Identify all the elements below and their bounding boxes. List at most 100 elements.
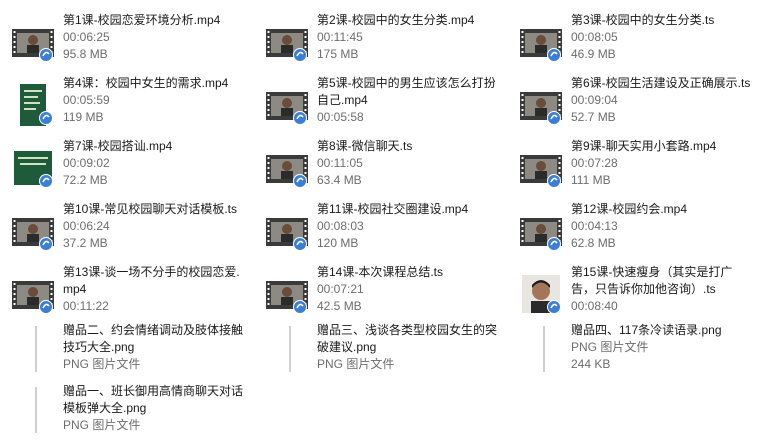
file-text-block: 第14课-本次课程总结.ts 00:07:21 42.5 MB	[317, 264, 497, 315]
png-file-icon	[34, 387, 38, 433]
file-meta-secondary: 244 KB	[571, 357, 611, 371]
file-name: 第12课-校园约会.mp4	[571, 202, 688, 216]
file-name: 赠品四、117条冷读语录.png	[571, 323, 722, 337]
file-text-block: 赠品三、浅谈各类型校园女生的突破建议.png PNG 图片文件	[317, 322, 497, 373]
video-thumbnail-icon	[264, 271, 310, 317]
file-item[interactable]: 赠品一、班长御用高情商聊天对话模板弹大全.png PNG 图片文件	[0, 383, 243, 443]
video-thumbnail-icon	[10, 19, 56, 65]
file-text-block: 第6课-校园生活建设及正确展示.ts 00:09:04 52.7 MB	[571, 75, 751, 126]
file-meta-secondary: 111 MB	[571, 173, 611, 187]
png-file-icon	[288, 326, 292, 372]
file-name: 第13课-谈一场不分手的校园恋爱.mp4	[63, 265, 240, 296]
file-name: 赠品三、浅谈各类型校园女生的突破建议.png	[317, 323, 498, 354]
file-meta-primary: 00:05:59	[63, 93, 110, 107]
file-text-block: 第3课-校园中的女生分类.ts 00:08:05 46.9 MB	[571, 12, 751, 63]
video-thumbnail-icon	[10, 82, 56, 128]
video-thumbnail-icon	[518, 19, 564, 65]
file-item[interactable]: 第9课-聊天实用小套路.mp4 00:07:28 111 MB	[508, 138, 748, 198]
file-text-block: 第13课-谈一场不分手的校园恋爱.mp4 00:11:22	[63, 264, 243, 315]
file-text-block: 第9课-聊天实用小套路.mp4 00:07:28 111 MB	[571, 138, 751, 189]
file-item[interactable]: 赠品四、117条冷读语录.png PNG 图片文件 244 KB	[508, 322, 748, 382]
file-meta-primary: 00:11:45	[317, 30, 363, 44]
file-item[interactable]: 第6课-校园生活建设及正确展示.ts 00:09:04 52.7 MB	[508, 75, 751, 135]
file-meta-primary: 00:09:02	[63, 156, 110, 170]
file-meta-primary: 00:08:05	[571, 30, 618, 44]
video-thumbnail-icon	[10, 271, 56, 317]
file-item[interactable]: 第7课-校园搭讪.mp4 00:09:02 72.2 MB	[0, 138, 240, 198]
file-meta-secondary: 72.2 MB	[63, 173, 108, 187]
file-text-block: 第8课-微信聊天.ts 00:11:05 63.4 MB	[317, 138, 497, 189]
file-meta-secondary: 63.4 MB	[317, 173, 362, 187]
file-meta-primary: 00:09:04	[571, 93, 618, 107]
file-text-block: 赠品四、117条冷读语录.png PNG 图片文件 244 KB	[571, 322, 751, 373]
file-meta-secondary: 52.7 MB	[571, 110, 616, 124]
file-grid: 第1课-校园恋爱环境分析.mp4 00:06:25 95.8 MB 第2课-校园中的…	[0, 0, 765, 445]
file-name: 第9课-聊天实用小套路.mp4	[571, 139, 717, 153]
file-meta-secondary: 119 MB	[63, 110, 104, 124]
file-item[interactable]: 第5课-校园中的男生应该怎么打扮自己.mp4 00:05:58	[254, 75, 497, 135]
file-item[interactable]: 第4课：校园中女生的需求.mp4 00:05:59 119 MB	[0, 75, 240, 135]
file-name: 第4课：校园中女生的需求.mp4	[63, 76, 229, 90]
file-item[interactable]: 第8课-微信聊天.ts 00:11:05 63.4 MB	[254, 138, 494, 198]
file-text-block: 第1课-校园恋爱环境分析.mp4 00:06:25 95.8 MB	[63, 12, 243, 63]
file-text-block: 第15课-快速瘦身（其实是打广告，只告诉你加他咨询）.ts 00:08:40	[571, 264, 751, 315]
file-item[interactable]: 第12课-校园约会.mp4 00:04:13 62.8 MB	[508, 201, 748, 261]
png-file-icon	[542, 326, 546, 372]
file-name: 赠品二、约会情绪调动及肢体接触技巧大全.png	[63, 323, 244, 354]
file-text-block: 第7课-校园搭讪.mp4 00:09:02 72.2 MB	[63, 138, 243, 189]
file-name: 第14课-本次课程总结.ts	[317, 265, 444, 279]
file-name: 第10课-常见校园聊天对话模板.ts	[63, 202, 238, 216]
file-name: 第15课-快速瘦身（其实是打广告，只告诉你加他咨询）.ts	[571, 265, 733, 296]
file-item[interactable]: 第14课-本次课程总结.ts 00:07:21 42.5 MB	[254, 264, 494, 324]
file-meta-secondary: 42.5 MB	[317, 299, 362, 313]
file-item[interactable]: 第13课-谈一场不分手的校园恋爱.mp4 00:11:22	[0, 264, 240, 324]
file-text-block: 第11课-校园社交圈建设.mp4 00:08:03 120 MB	[317, 201, 497, 252]
file-text-block: 第12课-校园约会.mp4 00:04:13 62.8 MB	[571, 201, 751, 252]
video-thumbnail-icon	[10, 145, 56, 191]
file-item[interactable]: 第1课-校园恋爱环境分析.mp4 00:06:25 95.8 MB	[0, 12, 240, 72]
file-name: 第8课-微信聊天.ts	[317, 139, 413, 153]
file-meta-secondary: 62.8 MB	[571, 236, 616, 250]
video-thumbnail-icon	[518, 145, 564, 191]
file-meta-primary: 00:07:28	[571, 156, 618, 170]
file-meta-primary: PNG 图片文件	[571, 340, 649, 354]
video-thumbnail-icon	[264, 19, 310, 65]
file-meta-secondary: 175 MB	[317, 47, 359, 61]
file-meta-primary: 00:06:25	[63, 30, 110, 44]
file-meta-secondary: 37.2 MB	[63, 236, 108, 250]
video-thumbnail-icon	[518, 271, 564, 317]
file-meta-secondary: 46.9 MB	[571, 47, 616, 61]
video-thumbnail-icon	[518, 82, 564, 128]
file-item[interactable]: 赠品二、约会情绪调动及肢体接触技巧大全.png PNG 图片文件	[0, 322, 243, 382]
video-thumbnail-icon	[10, 208, 56, 254]
file-text-block: 第4课：校园中女生的需求.mp4 00:05:59 119 MB	[63, 75, 243, 126]
file-item[interactable]: 第11课-校园社交圈建设.mp4 00:08:03 120 MB	[254, 201, 494, 261]
video-thumbnail-icon	[518, 208, 564, 254]
file-name: 第7课-校园搭讪.mp4	[63, 139, 173, 153]
file-meta-primary: 00:07:21	[317, 282, 364, 296]
file-text-block: 赠品二、约会情绪调动及肢体接触技巧大全.png PNG 图片文件	[63, 322, 243, 373]
file-meta-primary: 00:11:05	[317, 156, 363, 170]
file-name: 第11课-校园社交圈建设.mp4	[317, 202, 469, 216]
file-meta-primary: 00:06:24	[63, 219, 110, 233]
file-name: 第5课-校园中的男生应该怎么打扮自己.mp4	[317, 76, 496, 107]
file-item[interactable]: 赠品三、浅谈各类型校园女生的突破建议.png PNG 图片文件	[254, 322, 497, 382]
video-thumbnail-icon	[264, 82, 310, 128]
file-name: 第1课-校园恋爱环境分析.mp4	[63, 13, 221, 27]
file-item[interactable]: 第3课-校园中的女生分类.ts 00:08:05 46.9 MB	[508, 12, 748, 72]
file-text-block: 第2课-校园中的女生分类.mp4 00:11:45 175 MB	[317, 12, 497, 63]
file-text-block: 赠品一、班长御用高情商聊天对话模板弹大全.png PNG 图片文件	[63, 383, 243, 434]
file-name: 第2课-校园中的女生分类.mp4	[317, 13, 475, 27]
file-text-block: 第5课-校园中的男生应该怎么打扮自己.mp4 00:05:58	[317, 75, 497, 126]
file-name: 第6课-校园生活建设及正确展示.ts	[571, 76, 751, 90]
file-item[interactable]: 第15课-快速瘦身（其实是打广告，只告诉你加他咨询）.ts 00:08:40	[508, 264, 748, 324]
file-meta-primary: PNG 图片文件	[63, 357, 141, 371]
file-meta-secondary: 95.8 MB	[63, 47, 108, 61]
file-name: 赠品一、班长御用高情商聊天对话模板弹大全.png	[63, 384, 244, 415]
file-meta-primary: 00:08:03	[317, 219, 364, 233]
file-meta-primary: 00:11:22	[63, 299, 109, 313]
video-thumbnail-icon	[264, 208, 310, 254]
file-item[interactable]: 第2课-校园中的女生分类.mp4 00:11:45 175 MB	[254, 12, 494, 72]
file-meta-primary: 00:05:58	[317, 110, 364, 124]
file-item[interactable]: 第10课-常见校园聊天对话模板.ts 00:06:24 37.2 MB	[0, 201, 240, 261]
